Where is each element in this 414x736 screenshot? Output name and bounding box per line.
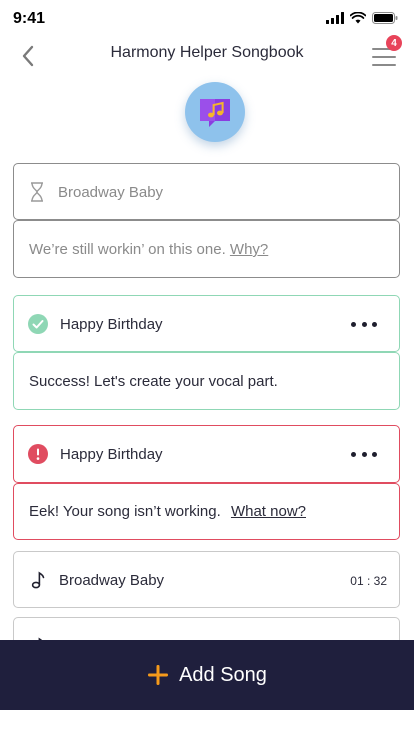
success-message: Success! Let's create your vocal part.: [29, 373, 278, 390]
wifi-icon: [350, 12, 366, 24]
pending-message: We’re still workin’ on this one.: [29, 241, 226, 258]
pending-status-card: We’re still workin’ on this one. Why?: [13, 220, 400, 278]
alert-circle-icon: [28, 444, 48, 464]
notification-badge: 4: [386, 35, 402, 51]
error-message-row: Eek! Your song isn’t working. What now?: [29, 503, 306, 520]
song-duration: 01 : 32: [350, 574, 387, 588]
battery-icon: [372, 12, 398, 24]
more-dot-icon: [361, 321, 367, 327]
pending-song-card: Broadway Baby: [13, 163, 400, 220]
more-dot-icon: [351, 321, 356, 327]
signal-icon: [326, 12, 344, 24]
music-note-icon: [31, 571, 45, 589]
add-song-button[interactable]: Add Song: [0, 640, 414, 710]
success-more-button[interactable]: [351, 314, 377, 334]
why-link[interactable]: Why?: [230, 241, 268, 258]
status-bar: 9:41: [0, 0, 414, 38]
pending-message-row: We’re still workin’ on this one. Why?: [29, 241, 268, 258]
more-dot-icon: [351, 451, 356, 457]
status-time: 9:41: [13, 10, 46, 27]
pending-song-title: Broadway Baby: [58, 184, 164, 201]
more-dot-icon: [361, 451, 367, 457]
status-icons: [326, 12, 398, 24]
add-song-label: Add Song: [179, 663, 267, 686]
error-song-title: Happy Birthday: [60, 446, 163, 463]
success-song-title: Happy Birthday: [60, 316, 163, 333]
check-circle-icon: [28, 314, 48, 334]
songbook-icon: [200, 99, 230, 127]
error-more-button[interactable]: [351, 444, 377, 464]
error-status-card: Eek! Your song isn’t working. What now?: [13, 483, 400, 540]
menu-button[interactable]: 4: [368, 35, 402, 72]
plus-icon: [148, 665, 169, 685]
song-card[interactable]: Broadway Baby 01 : 32: [13, 551, 400, 608]
navigation-bar: Harmony Helper Songbook 4: [0, 35, 414, 74]
page-title: Harmony Helper Songbook: [110, 44, 304, 61]
success-status-card: Success! Let's create your vocal part.: [13, 352, 400, 410]
app-logo: [185, 82, 245, 142]
success-song-card: Happy Birthday: [13, 295, 400, 352]
hourglass-icon: [31, 182, 43, 202]
song-title: Broadway Baby: [59, 572, 165, 589]
more-dot-icon: [372, 451, 377, 457]
error-song-card: Happy Birthday: [13, 425, 400, 483]
more-dot-icon: [372, 321, 377, 327]
what-now-link[interactable]: What now?: [231, 503, 306, 520]
error-message: Eek! Your song isn’t working.: [29, 503, 221, 520]
